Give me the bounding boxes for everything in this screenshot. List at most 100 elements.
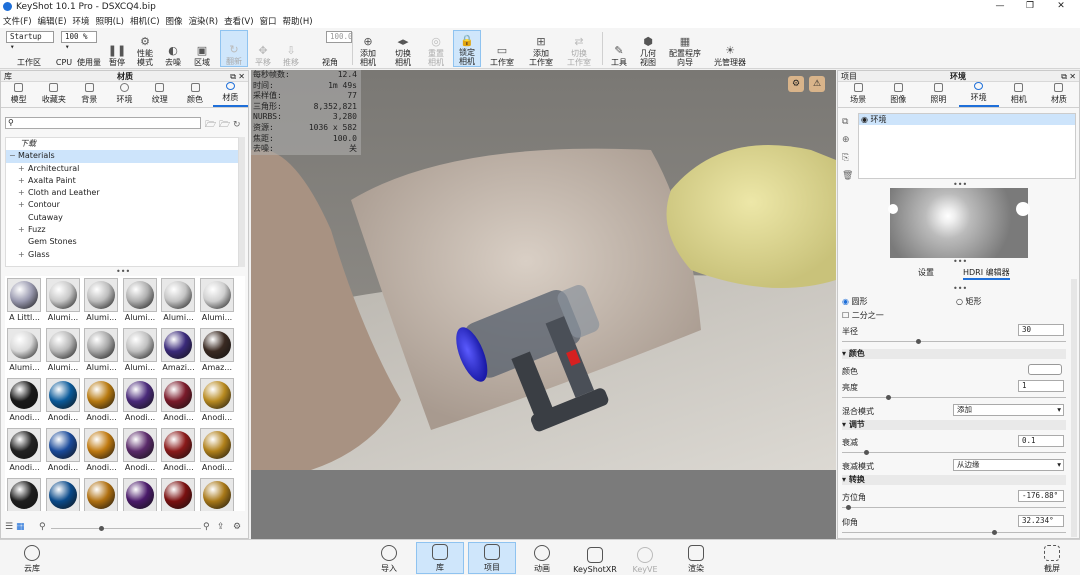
slider-thumb[interactable] — [864, 450, 869, 455]
material-thumbnail[interactable]: Anodi... — [161, 378, 196, 424]
material-thumbnail[interactable]: Alumi... — [199, 278, 235, 324]
menu-help[interactable]: 帮助(H) — [283, 15, 313, 27]
library-search-input[interactable]: ⚲ — [5, 117, 201, 129]
float-icon[interactable]: ⧉ — [1061, 71, 1067, 82]
blend-mode-select[interactable]: 添加 ▾ — [953, 404, 1064, 416]
falloff-input[interactable]: 0.1 — [1018, 435, 1064, 447]
tree-item-materials[interactable]: − Materials — [6, 150, 238, 163]
menu-lighting[interactable]: 照明(L) — [96, 15, 124, 27]
material-thumbnail[interactable]: Anodi... — [122, 378, 158, 424]
material-thumbnail[interactable]: Anodi... — [45, 428, 81, 474]
snapshot-icon[interactable]: ⚙ — [788, 76, 804, 92]
config-wizard-button[interactable]: ▦ 配置程序 向导 — [666, 30, 704, 68]
splitter-handle[interactable]: ••• — [953, 284, 967, 293]
thumbnail-size-slider[interactable] — [51, 526, 201, 531]
reset-camera-button[interactable]: ◎ 重置 相机 — [424, 30, 448, 68]
panel-close-icon[interactable]: ✕ — [1069, 71, 1076, 82]
tree-item-axalta-paint[interactable]: + Axalta Paint — [6, 175, 238, 187]
transform-section-header[interactable]: ▾ 转换 — [842, 475, 1066, 485]
view-angle-button[interactable]: 视角 — [318, 30, 342, 67]
menu-edit[interactable]: 编辑(E) — [38, 15, 67, 27]
grid-view-icon[interactable]: ▦ — [16, 522, 25, 532]
menu-image[interactable]: 图像 — [166, 15, 183, 27]
tree-item-downloads[interactable]: 下载 — [6, 138, 238, 150]
hdri-preview[interactable] — [888, 188, 1030, 258]
half-checkbox[interactable]: ☐ 二分之一 — [842, 310, 884, 321]
material-thumbnail[interactable]: Anodi... — [122, 428, 158, 474]
shape-rect-radio[interactable]: ○ 矩形 — [956, 296, 982, 307]
material-thumbnail[interactable]: Amazi... — [161, 328, 196, 374]
material-thumbnail[interactable]: Anodi... — [84, 378, 119, 424]
tab-settings[interactable]: 设置 — [918, 267, 934, 278]
zoom-in-icon[interactable]: ⚲ — [203, 522, 210, 532]
studio-button[interactable]: ▭ 工作室 — [488, 30, 516, 68]
tree-item-contour[interactable]: + Contour — [6, 199, 238, 211]
menu-environment[interactable]: 环境 — [73, 15, 90, 27]
tab-models[interactable]: 模型 — [1, 82, 36, 107]
workspace-button[interactable]: 工作区 — [14, 30, 44, 67]
tab-scene[interactable]: 场景 — [838, 82, 878, 107]
cloud-library-button[interactable]: 云库 — [12, 542, 52, 574]
tab-materials[interactable]: 材质 — [212, 82, 248, 107]
material-thumbnail[interactable]: Anodi... — [161, 428, 196, 474]
material-thumbnail[interactable] — [84, 478, 119, 511]
tree-item-cutaway[interactable]: Cutaway — [6, 212, 238, 224]
pause-button[interactable]: ❚❚ 暂停 — [106, 30, 128, 68]
tab-lighting[interactable]: 照明 — [918, 82, 958, 107]
material-thumbnail[interactable]: Anodi... — [84, 428, 119, 474]
tab-textures[interactable]: 纹理 — [142, 82, 177, 107]
project-toggle-button[interactable]: 项目 — [468, 542, 516, 574]
material-thumbnail[interactable]: Alumi... — [122, 328, 158, 374]
elevation-input[interactable]: 32.234° — [1018, 515, 1064, 527]
material-thumbnail[interactable] — [7, 478, 42, 511]
material-thumbnail[interactable]: Alumi... — [45, 278, 81, 324]
material-thumbnail[interactable] — [122, 478, 158, 511]
switch-studio-button[interactable]: ⇄ 切换 工作室 — [564, 30, 594, 68]
switch-camera-button[interactable]: ◂▸ 切换 相机 — [390, 30, 416, 68]
add-camera-button[interactable]: ⊕ 添加 相机 — [356, 30, 380, 68]
light-pin[interactable] — [1016, 202, 1030, 216]
folder-icon[interactable]: 🗁 🗁 ↻ — [205, 117, 241, 133]
tree-item-fuzz[interactable]: + Fuzz — [6, 224, 238, 236]
render-overlay-icon[interactable]: ⚠ — [809, 76, 825, 92]
material-thumbnail[interactable]: Alumi... — [45, 328, 81, 374]
material-thumbnail[interactable]: Amaz... — [199, 328, 235, 374]
tree-item-architectural[interactable]: + Architectural — [6, 163, 238, 175]
tab-material[interactable]: 材质 — [1039, 82, 1079, 107]
tab-hdri-editor[interactable]: HDRI 编辑器 — [963, 267, 1010, 280]
zoom-out-icon[interactable]: ⚲ — [39, 522, 46, 532]
trash-icon[interactable]: 🗑 — [842, 167, 854, 185]
material-thumbnail[interactable]: Alumi... — [84, 328, 119, 374]
material-thumbnail[interactable]: A Littl... — [7, 278, 42, 324]
color-section-header[interactable]: ▾ 颜色 — [842, 349, 1066, 359]
splitter-handle[interactable]: ••• — [116, 267, 130, 276]
slider-thumb[interactable] — [846, 505, 851, 510]
keyve-button[interactable]: KeyVE — [625, 542, 665, 574]
environment-list-item[interactable]: ◉ 环境 — [859, 114, 1075, 125]
settings-scrollbar[interactable] — [1071, 279, 1077, 537]
shape-round-radio[interactable]: ◉ 圆形 — [842, 296, 868, 307]
tree-scrollbar[interactable] — [239, 137, 245, 267]
tab-environment[interactable]: 环境 — [958, 82, 999, 107]
add-studio-button[interactable]: ⊞ 添加 工作室 — [526, 30, 556, 68]
performance-mode-button[interactable]: ⚙ 性能 模式 — [133, 30, 157, 68]
screenshot-button[interactable]: 截屏 — [1032, 542, 1072, 574]
tab-colors[interactable]: 颜色 — [177, 82, 212, 107]
geometry-view-button[interactable]: ⬢ 几何 视图 — [636, 30, 660, 68]
slider-thumb[interactable] — [99, 526, 104, 531]
material-thumbnail[interactable]: Anodi... — [199, 428, 235, 474]
azimuth-input[interactable]: -176.88° — [1018, 490, 1064, 502]
azimuth-slider[interactable] — [842, 505, 1066, 510]
minimize-button[interactable]: — — [985, 0, 1015, 13]
adjust-section-header[interactable]: ▾ 调节 — [842, 420, 1066, 430]
material-thumbnail[interactable]: Alumi... — [84, 278, 119, 324]
slider-thumb[interactable] — [916, 339, 921, 344]
maximize-button[interactable]: ❐ — [1015, 0, 1045, 13]
slider-thumb[interactable] — [886, 395, 891, 400]
tree-item-glass[interactable]: + Glass — [6, 249, 238, 261]
splitter-handle[interactable]: ••• — [953, 257, 967, 266]
tools-button[interactable]: ✎ 工具 — [608, 30, 630, 68]
elevation-slider[interactable] — [842, 530, 1066, 535]
material-thumbnail[interactable]: Anodi... — [7, 378, 42, 424]
material-thumbnail[interactable] — [161, 478, 196, 511]
